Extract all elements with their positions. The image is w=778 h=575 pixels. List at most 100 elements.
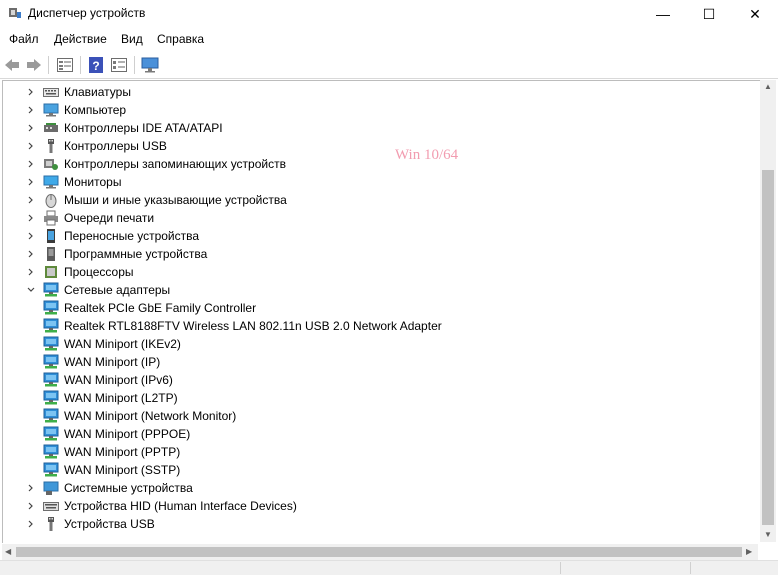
- toolbar-separator: [80, 56, 81, 74]
- tree-category[interactable]: Контроллеры запоминающих устройств: [25, 155, 286, 173]
- tree-device[interactable]: WAN Miniport (PPPOE): [43, 425, 190, 443]
- tree-device[interactable]: Realtek PCIe GbE Family Controller: [43, 299, 256, 317]
- portable-device-icon: [43, 228, 59, 244]
- tree-category[interactable]: Переносные устройства: [25, 227, 199, 245]
- tree-device[interactable]: Realtek RTL8188FTV Wireless LAN 802.11n …: [43, 317, 442, 335]
- horizontal-scroll-thumb[interactable]: [16, 547, 742, 557]
- chevron-right-icon[interactable]: [25, 83, 37, 101]
- usb-icon: [43, 138, 59, 154]
- tree-category[interactable]: Программные устройства: [25, 245, 207, 263]
- software-device-icon: [43, 246, 59, 262]
- close-button[interactable]: ✕: [732, 0, 778, 28]
- usb-icon: [43, 516, 59, 532]
- tree-item-label: WAN Miniport (IP): [64, 355, 161, 369]
- maximize-button[interactable]: ☐: [686, 0, 732, 28]
- view-button[interactable]: [109, 55, 129, 75]
- back-button[interactable]: [2, 55, 22, 75]
- chevron-right-icon[interactable]: [25, 245, 37, 263]
- network-adapter-icon: [43, 300, 59, 316]
- status-separator: [560, 562, 561, 574]
- menu-action[interactable]: Действие: [54, 32, 107, 46]
- tree-item-label: WAN Miniport (L2TP): [64, 391, 178, 405]
- tree-category[interactable]: Системные устройства: [25, 479, 193, 497]
- network-adapter-icon: [43, 462, 59, 478]
- chevron-right-icon[interactable]: [25, 191, 37, 209]
- help-icon: ?: [89, 57, 103, 73]
- tree-category[interactable]: Клавиатуры: [25, 83, 131, 101]
- toolbar: ?: [0, 52, 778, 79]
- tree-device[interactable]: WAN Miniport (IKEv2): [43, 335, 181, 353]
- chevron-right-icon[interactable]: [25, 227, 37, 245]
- menu-view[interactable]: Вид: [121, 32, 143, 46]
- tree-device[interactable]: WAN Miniport (Network Monitor): [43, 407, 236, 425]
- chevron-right-icon[interactable]: [25, 497, 37, 515]
- tree-device[interactable]: WAN Miniport (IPv6): [43, 371, 173, 389]
- chevron-right-icon[interactable]: [25, 209, 37, 227]
- tree-category[interactable]: Очереди печати: [25, 209, 154, 227]
- tree-category[interactable]: Контроллеры IDE ATA/ATAPI: [25, 119, 223, 137]
- view-icon: [111, 58, 127, 72]
- tree-item-label: WAN Miniport (SSTP): [64, 463, 181, 477]
- tree-category[interactable]: Мыши и иные указывающие устройства: [25, 191, 287, 209]
- scroll-up-arrow-icon[interactable]: ▲: [764, 82, 772, 91]
- status-bar: [0, 560, 778, 575]
- minimize-button[interactable]: —: [640, 0, 686, 28]
- tree-device[interactable]: WAN Miniport (L2TP): [43, 389, 178, 407]
- chevron-right-icon[interactable]: [25, 137, 37, 155]
- network-adapter-icon: [43, 408, 59, 424]
- tree-item-label: Устройства USB: [64, 517, 155, 531]
- tree-item-label: Realtek RTL8188FTV Wireless LAN 802.11n …: [64, 319, 442, 333]
- computer-icon: [43, 102, 59, 118]
- tree-device[interactable]: WAN Miniport (SSTP): [43, 461, 180, 479]
- tree-category[interactable]: Контроллеры USB: [25, 137, 167, 155]
- network-adapter-icon: [43, 336, 59, 352]
- tree-item-label: Мыши и иные указывающие устройства: [64, 193, 287, 207]
- scroll-left-arrow-icon[interactable]: ◀: [5, 547, 11, 556]
- chevron-right-icon[interactable]: [25, 263, 37, 281]
- tree-device[interactable]: WAN Miniport (IP): [43, 353, 160, 371]
- chevron-right-icon[interactable]: [25, 119, 37, 137]
- tree-item-label: Компьютер: [64, 103, 127, 117]
- chevron-right-icon[interactable]: [25, 101, 37, 119]
- tree-category[interactable]: Устройства HID (Human Interface Devices): [25, 497, 297, 515]
- tree-category[interactable]: Мониторы: [25, 173, 121, 191]
- printer-icon: [43, 210, 59, 226]
- tree-item-label: Контроллеры USB: [64, 139, 167, 153]
- tree-item-label: Контроллеры запоминающих устройств: [64, 157, 286, 171]
- tree-category[interactable]: Компьютер: [25, 101, 126, 119]
- menu-file[interactable]: Файл: [9, 32, 39, 46]
- chevron-right-icon[interactable]: [25, 515, 37, 533]
- mouse-icon: [43, 192, 59, 208]
- menu-help[interactable]: Справка: [157, 32, 204, 46]
- tree-category[interactable]: Устройства USB: [25, 515, 155, 533]
- chevron-right-icon[interactable]: [25, 155, 37, 173]
- network-adapter-icon: [43, 354, 59, 370]
- chevron-right-icon[interactable]: [25, 479, 37, 497]
- tree-device[interactable]: WAN Miniport (PPTP): [43, 443, 180, 461]
- scroll-right-arrow-icon[interactable]: ▶: [746, 547, 752, 556]
- tree-item-label: Клавиатуры: [64, 85, 131, 99]
- tree-category[interactable]: Сетевые адаптеры: [25, 281, 170, 299]
- forward-button[interactable]: [24, 55, 44, 75]
- tree-item-label: WAN Miniport (PPPOE): [64, 427, 191, 441]
- scroll-down-arrow-icon[interactable]: ▼: [764, 530, 772, 539]
- back-icon: [5, 59, 19, 71]
- watermark-text: Win 10/64: [395, 147, 459, 163]
- tree-item-label: WAN Miniport (IPv6): [64, 373, 173, 387]
- window-title: Диспетчер устройств: [28, 6, 146, 20]
- tree-category[interactable]: Процессоры: [25, 263, 134, 281]
- tree-item-label: Сетевые адаптеры: [64, 283, 171, 297]
- vertical-scrollbar[interactable]: ▲ ▼: [760, 80, 776, 542]
- scan-hardware-button[interactable]: [140, 55, 160, 75]
- help-button[interactable]: ?: [86, 55, 106, 75]
- chevron-down-icon[interactable]: [25, 281, 37, 299]
- horizontal-scrollbar[interactable]: ◀ ▶: [2, 544, 758, 560]
- status-separator: [690, 562, 691, 574]
- chevron-right-icon[interactable]: [25, 173, 37, 191]
- toolbar-separator: [48, 56, 49, 74]
- vertical-scroll-thumb[interactable]: [762, 170, 774, 525]
- tree-item-label: Realtek PCIe GbE Family Controller: [64, 301, 257, 315]
- properties-button[interactable]: [55, 55, 75, 75]
- tree-item-label: Устройства HID (Human Interface Devices): [64, 499, 297, 513]
- monitor-icon: [141, 57, 159, 73]
